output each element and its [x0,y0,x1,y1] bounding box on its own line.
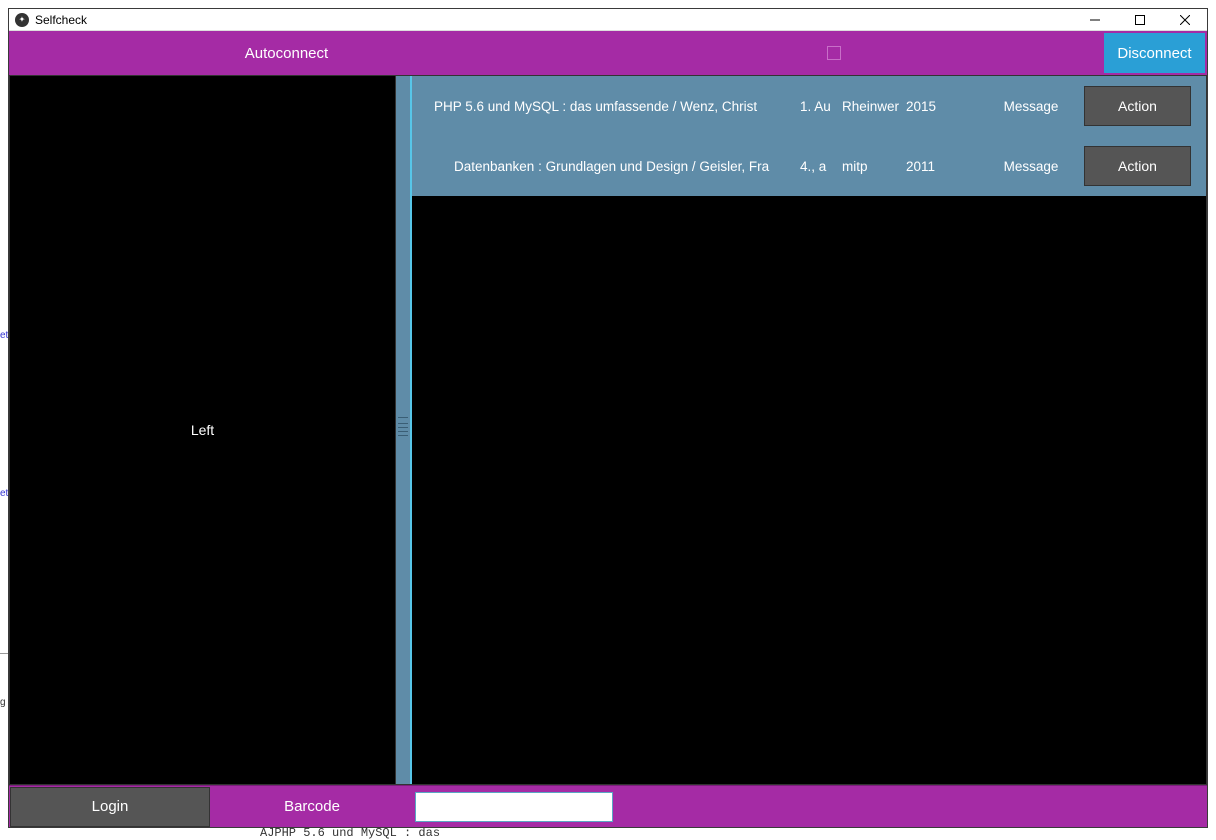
window-title: Selfcheck [35,13,1072,27]
right-panel-empty [412,196,1206,784]
background-divider [0,653,8,654]
main-area: Left PHP 5.6 und MySQL : das umfassende … [9,75,1207,785]
item-message: Message [978,159,1084,174]
disconnect-button[interactable]: Disconnect [1104,33,1205,73]
background-console-text: AJPHP 5.6 und MySQL : das [260,826,440,840]
footer: Login Barcode [9,785,1207,827]
app-icon: ✦ [15,13,29,27]
login-button[interactable]: Login [10,787,210,827]
item-message: Message [978,99,1084,114]
item-action-wrap: Action [1084,86,1199,126]
item-title: Datenbanken : Grundlagen und Design / Ge… [412,159,800,174]
autoconnect-checkbox[interactable] [827,46,841,60]
item-action-wrap: Action [1084,146,1199,186]
item-action-button[interactable]: Action [1084,146,1191,186]
splitter-handle-icon [396,417,410,443]
left-panel-label: Left [191,422,214,438]
background-text-fragment: g [0,697,6,708]
item-publisher: mitp [842,159,906,174]
maximize-button[interactable] [1117,10,1162,30]
app-window: ✦ Selfcheck Autoconnect Disconnect Left … [8,8,1208,828]
minimize-icon [1090,15,1100,25]
item-row: Datenbanken : Grundlagen und Design / Ge… [412,136,1206,196]
barcode-input[interactable] [415,792,613,822]
item-year: 2011 [906,159,978,174]
toolbar: Autoconnect Disconnect [9,31,1207,75]
left-panel: Left [10,76,396,784]
item-row: PHP 5.6 und MySQL : das umfassende / Wen… [412,76,1206,136]
titlebar: ✦ Selfcheck [9,9,1207,31]
autoconnect-label: Autoconnect [9,31,564,75]
item-action-button[interactable]: Action [1084,86,1191,126]
right-panel: PHP 5.6 und MySQL : das umfassende / Wen… [410,76,1206,784]
maximize-icon [1135,15,1145,25]
item-edition: 4., a [800,159,842,174]
splitter[interactable] [396,76,410,784]
close-button[interactable] [1162,10,1207,30]
item-year: 2015 [906,99,978,114]
autoconnect-checkbox-wrap [564,31,1104,75]
barcode-label: Barcode [212,787,412,827]
item-title: PHP 5.6 und MySQL : das umfassende / Wen… [412,99,800,114]
close-icon [1180,15,1190,25]
item-publisher: Rheinwer [842,99,906,114]
item-edition: 1. Au [800,99,842,114]
minimize-button[interactable] [1072,10,1117,30]
